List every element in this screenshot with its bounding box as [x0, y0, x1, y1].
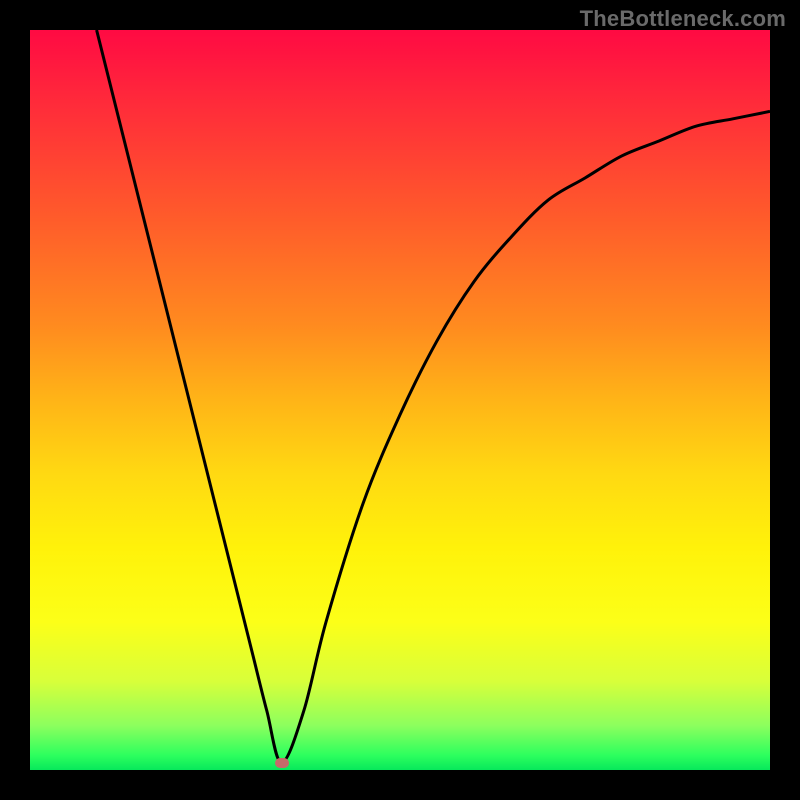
watermark-text: TheBottleneck.com — [580, 6, 786, 32]
curve-svg — [30, 30, 770, 770]
plot-area — [30, 30, 770, 770]
bottleneck-curve — [97, 30, 770, 763]
chart-container: TheBottleneck.com — [0, 0, 800, 800]
min-point-marker — [275, 758, 289, 768]
